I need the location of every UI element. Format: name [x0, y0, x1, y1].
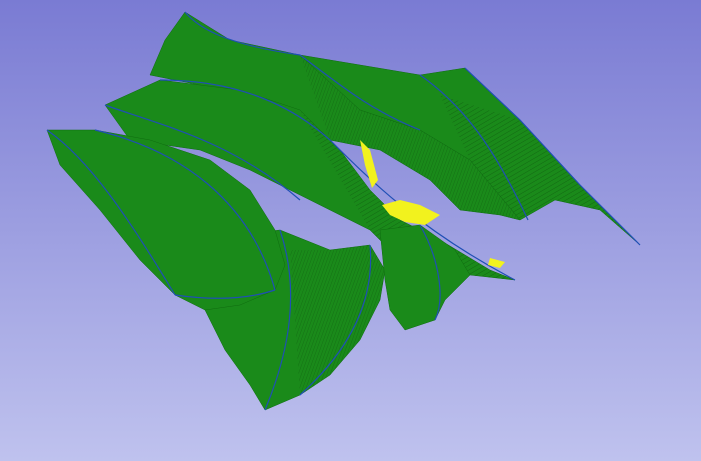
3d-viewport[interactable] — [0, 0, 701, 461]
mesh-render[interactable] — [0, 0, 701, 461]
mesh-hanging-lobe — [379, 224, 471, 331]
